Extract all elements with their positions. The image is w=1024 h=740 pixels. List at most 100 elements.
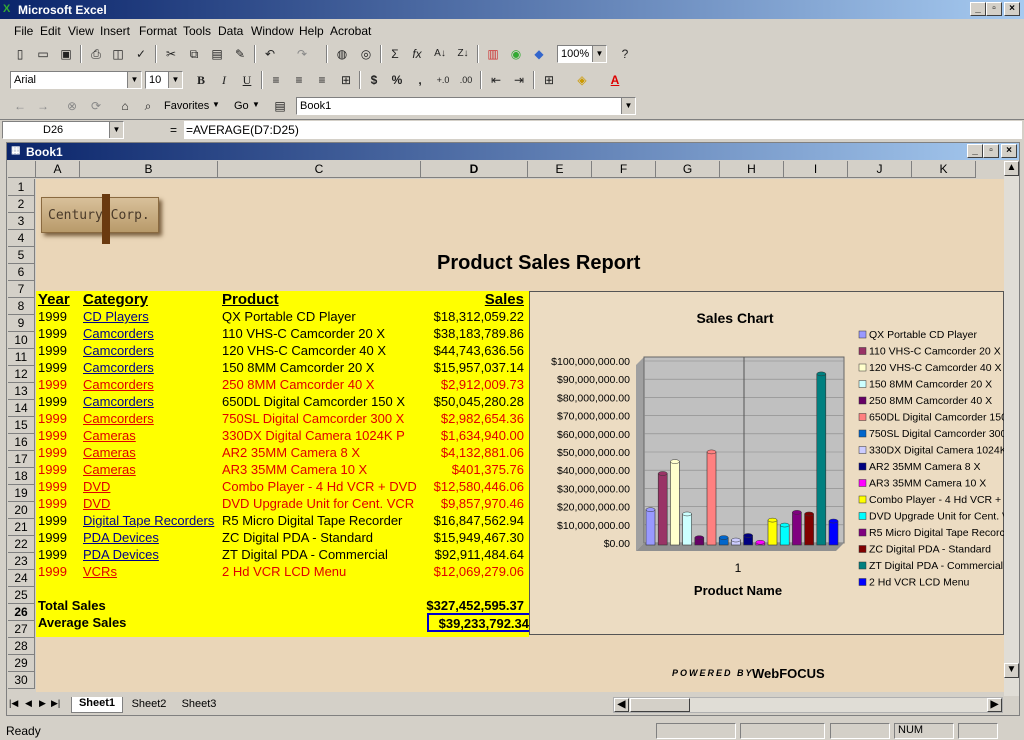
row-header[interactable]: 1: [8, 179, 35, 196]
row-header[interactable]: 22: [8, 536, 35, 553]
undo-icon[interactable]: ↶: [260, 45, 280, 63]
column-header[interactable]: H: [720, 161, 784, 178]
row-header[interactable]: 10: [8, 332, 35, 349]
tab-sheet1[interactable]: Sheet1: [71, 697, 123, 713]
borders-icon[interactable]: ⊞: [539, 71, 559, 89]
column-header[interactable]: C: [218, 161, 421, 178]
wb-restore-button[interactable]: ▫: [983, 144, 999, 158]
wb-close-button[interactable]: ×: [1001, 144, 1017, 158]
row-header[interactable]: 2: [8, 196, 35, 213]
row-header[interactable]: 25: [8, 587, 35, 604]
name-box[interactable]: D26 ▼: [2, 121, 124, 139]
row-header[interactable]: 12: [8, 366, 35, 383]
menu-acrobat[interactable]: Acrobat: [330, 24, 371, 38]
open-icon[interactable]: ▭: [33, 45, 53, 63]
forward-icon[interactable]: →: [33, 97, 53, 115]
row-header[interactable]: 28: [8, 638, 35, 655]
row-header[interactable]: 20: [8, 502, 35, 519]
cell-category-link[interactable]: Cameras: [83, 444, 136, 461]
row-header[interactable]: 16: [8, 434, 35, 451]
cell-category-link[interactable]: Cameras: [83, 461, 136, 478]
decrease-decimal-icon[interactable]: .00: [456, 71, 476, 89]
paste-icon[interactable]: ▤: [207, 45, 227, 63]
chevron-down-icon[interactable]: ▼: [621, 98, 635, 114]
menu-edit[interactable]: Edit: [40, 24, 61, 38]
close-button[interactable]: ×: [1004, 2, 1020, 16]
row-header[interactable]: 7: [8, 281, 35, 298]
cut-icon[interactable]: ✂: [161, 45, 181, 63]
menu-window[interactable]: Window: [251, 24, 294, 38]
favorites-menu[interactable]: Favorites: [164, 100, 209, 112]
percent-icon[interactable]: %: [387, 71, 407, 89]
row-header[interactable]: 5: [8, 247, 35, 264]
column-header[interactable]: I: [784, 161, 848, 178]
map-icon[interactable]: ◉: [506, 45, 526, 63]
tab-scroll-next-icon[interactable]: ▶: [39, 698, 46, 709]
row-header[interactable]: 9: [8, 315, 35, 332]
column-header[interactable]: F: [592, 161, 656, 178]
sort-ascending-icon[interactable]: A↓: [430, 45, 450, 63]
row-header[interactable]: 29: [8, 655, 35, 672]
office-assistant-icon[interactable]: ?: [615, 45, 635, 63]
sort-descending-icon[interactable]: Z↓: [453, 45, 473, 63]
cell-category-link[interactable]: VCRs: [83, 563, 117, 580]
row-header[interactable]: 30: [8, 672, 35, 689]
format-painter-icon[interactable]: ✎: [230, 45, 250, 63]
show-web-toolbar-icon[interactable]: ▤: [270, 97, 290, 115]
cell-category-link[interactable]: Digital Tape Recorders: [83, 512, 214, 529]
cell-category-link[interactable]: PDA Devices: [83, 529, 159, 546]
underline-button[interactable]: U: [237, 71, 257, 89]
row-header[interactable]: 6: [8, 264, 35, 281]
cell-category-link[interactable]: Camcorders: [83, 376, 154, 393]
redo-icon[interactable]: ↷: [292, 45, 312, 63]
row-header[interactable]: 15: [8, 417, 35, 434]
go-menu[interactable]: Go: [234, 100, 249, 112]
row-header[interactable]: 24: [8, 570, 35, 587]
print-icon[interactable]: ⎙: [86, 45, 106, 63]
scroll-up-icon[interactable]: ▲: [1004, 161, 1019, 176]
font-color-icon[interactable]: A: [605, 71, 625, 89]
column-header[interactable]: G: [656, 161, 720, 178]
average-value-selected[interactable]: $39,233,792.34: [427, 613, 535, 632]
font-select[interactable]: Arial ▼: [10, 71, 142, 89]
align-center-icon[interactable]: ≡: [289, 71, 309, 89]
cell-category-link[interactable]: Camcorders: [83, 393, 154, 410]
cell-category-link[interactable]: Cameras: [83, 427, 136, 444]
cell-category-link[interactable]: Camcorders: [83, 359, 154, 376]
column-header[interactable]: K: [912, 161, 976, 178]
row-header[interactable]: 17: [8, 451, 35, 468]
search-web-icon[interactable]: ⌕: [138, 97, 158, 115]
row-header[interactable]: 27: [8, 621, 35, 638]
fill-color-icon[interactable]: ◈: [572, 71, 592, 89]
increase-decimal-icon[interactable]: +.0: [433, 71, 453, 89]
row-header[interactable]: 8: [8, 298, 35, 315]
select-all-button[interactable]: [8, 161, 36, 178]
chevron-down-icon[interactable]: ▼: [168, 72, 182, 88]
restore-button[interactable]: ▫: [986, 2, 1002, 16]
sheet-grid[interactable]: Century Corp. Product Sales Report Year …: [36, 179, 1004, 692]
cell-category-link[interactable]: PDA Devices: [83, 546, 159, 563]
column-header[interactable]: D: [421, 161, 528, 178]
align-right-icon[interactable]: ≡: [312, 71, 332, 89]
bold-button[interactable]: B: [191, 71, 211, 89]
cell-category-link[interactable]: Camcorders: [83, 342, 154, 359]
drawing-icon[interactable]: ◆: [529, 45, 549, 63]
row-header[interactable]: 21: [8, 519, 35, 536]
chevron-down-icon[interactable]: ▼: [109, 122, 123, 138]
align-left-icon[interactable]: ≡: [266, 71, 286, 89]
menu-tools[interactable]: Tools: [183, 24, 211, 38]
new-icon[interactable]: ▯: [10, 45, 30, 63]
address-field[interactable]: Book1 ▼: [296, 97, 636, 115]
column-header[interactable]: E: [528, 161, 592, 178]
font-size-select[interactable]: 10 ▼: [145, 71, 183, 89]
tab-sheet2[interactable]: Sheet2: [125, 698, 173, 710]
comma-icon[interactable]: ,: [410, 71, 430, 89]
scroll-left-icon[interactable]: ◀: [614, 698, 629, 712]
tab-sheet3[interactable]: Sheet3: [175, 698, 223, 710]
copy-icon[interactable]: ⧉: [184, 45, 204, 63]
back-icon[interactable]: ←: [10, 97, 30, 115]
save-icon[interactable]: ▣: [56, 45, 76, 63]
horizontal-scrollbar[interactable]: ◀ ▶: [613, 697, 1003, 713]
menu-view[interactable]: View: [68, 24, 94, 38]
row-header[interactable]: 26: [8, 604, 35, 621]
